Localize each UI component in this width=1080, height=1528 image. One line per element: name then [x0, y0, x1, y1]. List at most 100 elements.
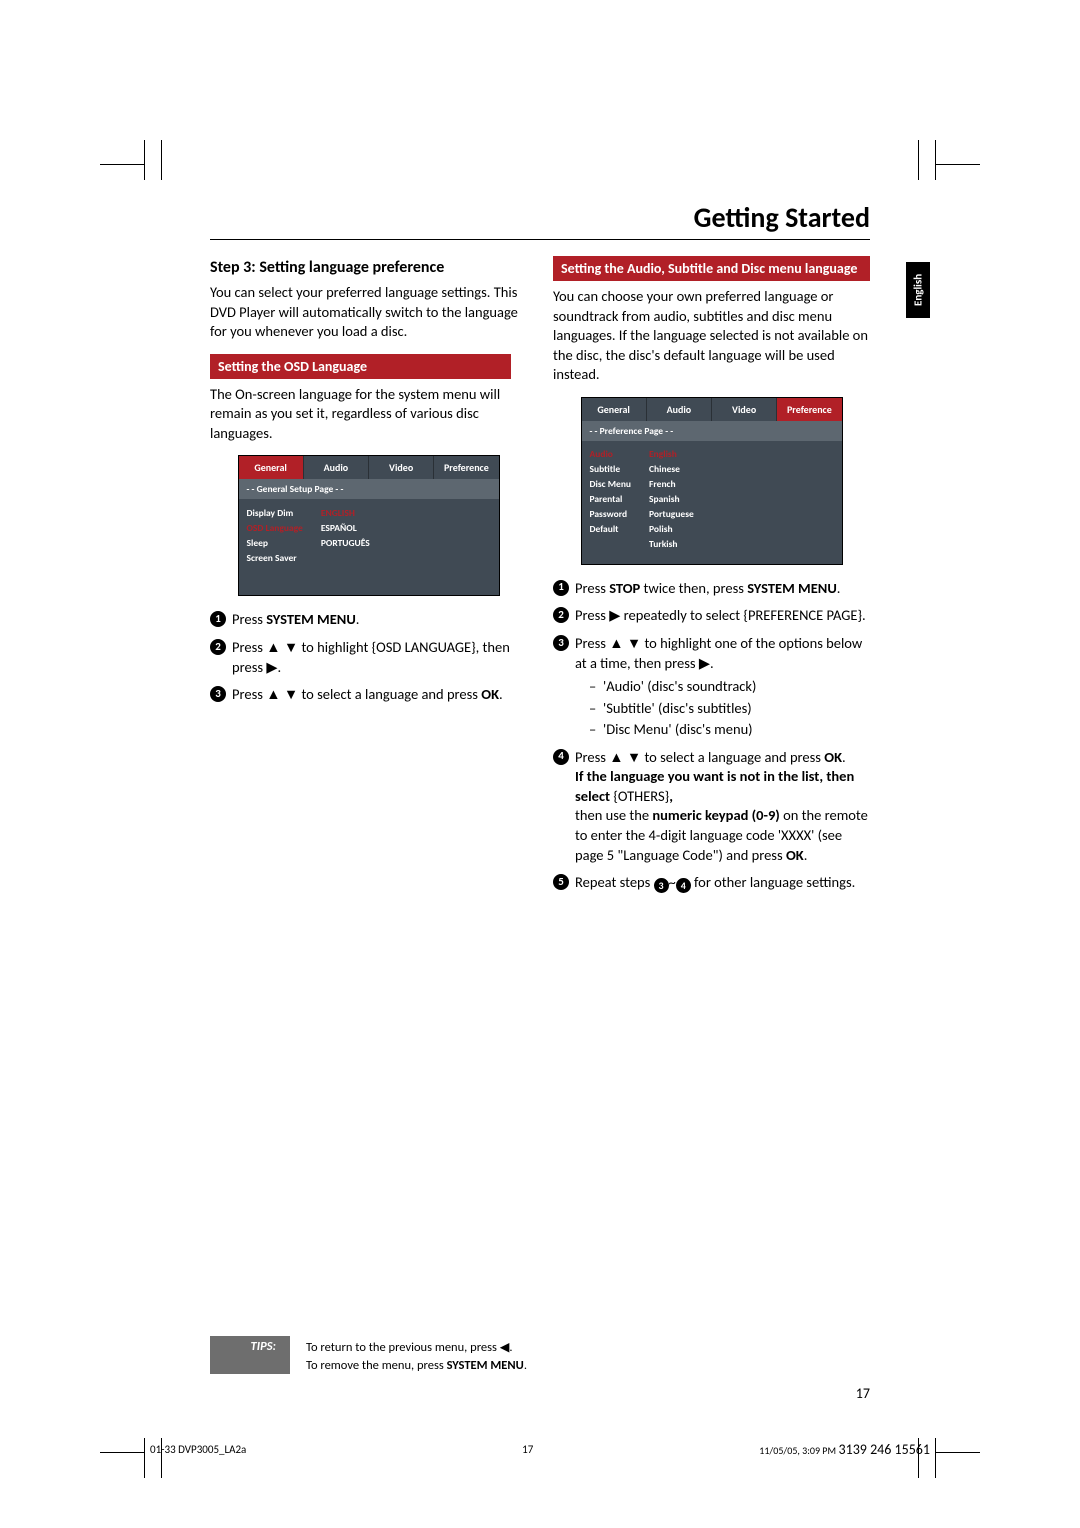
osd-tab-preference: Preference — [434, 456, 498, 479]
osd-option: Spanish — [649, 492, 694, 507]
osd-preference-screenshot: General Audio Video Preference - - Prefe… — [581, 397, 843, 565]
osd-tab-general: General — [582, 398, 647, 421]
sublist-item: 'Disc Menu' (disc's menu) — [589, 720, 870, 740]
osd-body: Display Dim OSD Language Sleep Screen Sa… — [239, 499, 499, 595]
step-bold: SYSTEM MENU — [747, 579, 837, 597]
osd-tabs: General Audio Video Preference — [239, 456, 499, 479]
step-text: Press — [575, 579, 609, 597]
footer-page: 17 — [522, 1443, 533, 1456]
print-footer: 01-33 DVP3005_LA2a 17 11/05/05, 3:09 PM … — [150, 1441, 930, 1458]
step-text: then use the — [575, 806, 652, 824]
footer-doc-id: 01-33 DVP3005_LA2a — [150, 1443, 246, 1456]
footer-date: 11/05/05, 3:09 PM — [759, 1444, 836, 1457]
osd-option: PORTUGUÊS — [321, 535, 370, 550]
section-title: Getting Started — [210, 200, 870, 240]
osd-option: Chinese — [649, 462, 694, 477]
osd-tab-general: General — [239, 456, 304, 479]
language-side-tab: English — [906, 262, 930, 318]
osd-page-label: - - Preference Page - - — [582, 421, 842, 441]
tips-line: . — [524, 1358, 527, 1373]
step-text: Repeat steps — [575, 873, 654, 891]
osd-item: Default — [590, 522, 632, 537]
step-sublist: 'Audio' (disc's soundtrack) 'Subtitle' (… — [575, 677, 870, 740]
osd-option: Turkish — [649, 537, 694, 552]
footer-right: 11/05/05, 3:09 PM 3139 246 15561 — [759, 1441, 930, 1458]
osd-item: Display Dim — [247, 505, 303, 520]
step-bold: OK — [786, 846, 804, 864]
sublist-item: 'Audio' (disc's soundtrack) — [589, 677, 870, 697]
step3-intro: You can select your preferred language s… — [210, 283, 527, 342]
osd-item: Password — [590, 507, 632, 522]
right-column: Setting the Audio, Subtitle and Disc men… — [553, 250, 870, 901]
osd-item: Parental — [590, 492, 632, 507]
step-text: Press — [232, 610, 266, 628]
step-bold: , — [669, 787, 673, 805]
osd-general-screenshot: General Audio Video Preference - - Gener… — [238, 455, 500, 596]
step-item: Press STOP twice then, press SYSTEM MENU… — [553, 579, 870, 599]
osd-option: French — [649, 477, 694, 492]
step-text: Press ▲ ▼ to highlight one of the option… — [575, 634, 862, 672]
footer-code: 3139 246 15561 — [839, 1441, 930, 1458]
crop-mark-tr — [910, 140, 950, 180]
osd-language-intro: The On-screen language for the system me… — [210, 385, 527, 444]
step-text: . — [499, 685, 503, 703]
preference-steps: Press STOP twice then, press SYSTEM MENU… — [553, 579, 870, 894]
sublist-item: 'Subtitle' (disc's subtitles) — [589, 699, 870, 719]
step-text: . — [804, 846, 808, 864]
osd-option-selected: ENGLISH — [321, 505, 370, 520]
osd-tab-preference: Preference — [777, 398, 841, 421]
osd-left-list: Audio Subtitle Disc Menu Parental Passwo… — [590, 447, 632, 552]
step-text: ~ — [669, 873, 676, 891]
step-text: . — [356, 610, 360, 628]
step-text: twice then, press — [640, 579, 747, 597]
audio-subtitle-heading: Setting the Audio, Subtitle and Disc men… — [553, 256, 870, 281]
tips-label: TIPS: — [210, 1336, 290, 1374]
osd-item-selected: Audio — [590, 447, 632, 462]
tips-text: To return to the previous menu, press ◀.… — [290, 1336, 527, 1374]
step-bold: OK — [481, 685, 499, 703]
tips-line: To remove the menu, press — [306, 1358, 447, 1373]
osd-item: Sleep — [247, 535, 303, 550]
osd-page-label: - - General Setup Page - - — [239, 479, 499, 499]
osd-option: Portuguese — [649, 507, 694, 522]
audio-subtitle-intro: You can choose your own preferred langua… — [553, 287, 870, 385]
two-column-layout: Step 3: Setting language preference You … — [210, 250, 870, 901]
osd-tab-audio: Audio — [304, 456, 369, 479]
page-number: 17 — [856, 1385, 870, 1402]
osd-tab-audio: Audio — [647, 398, 712, 421]
step-item: Press ▶ repeatedly to select {PREFERENCE… — [553, 606, 870, 626]
osd-option-selected: English — [649, 447, 694, 462]
osd-tab-video: Video — [369, 456, 434, 479]
step-text: for other language settings. — [691, 873, 856, 891]
left-column: Step 3: Setting language preference You … — [210, 250, 527, 901]
step-item: Press ▲ ▼ to select a language and press… — [210, 685, 527, 705]
osd-tabs: General Audio Video Preference — [582, 398, 842, 421]
osd-right-list: English Chinese French Spanish Portugues… — [649, 447, 694, 552]
step-bold: numeric keypad (0-9) — [652, 806, 779, 824]
crop-mark-tl — [130, 140, 170, 180]
osd-option: ESPAÑOL — [321, 520, 370, 535]
osd-item: Disc Menu — [590, 477, 632, 492]
step-text: {OTHERS} — [613, 787, 669, 805]
step-item: Press ▲ ▼ to highlight {OSD LANGUAGE}, t… — [210, 638, 527, 677]
step-ref-4-icon: 4 — [676, 878, 691, 893]
step-ref-3-icon: 3 — [654, 878, 669, 893]
tips-line: To return to the previous menu, press ◀. — [306, 1340, 512, 1355]
osd-steps: Press SYSTEM MENU. Press ▲ ▼ to highligh… — [210, 610, 527, 704]
step-text: . — [837, 579, 841, 597]
step-text: Press ▲ ▼ to select a language and press — [232, 685, 481, 703]
content-area: Getting Started Step 3: Setting language… — [210, 200, 870, 1408]
step-bold: SYSTEM MENU — [266, 610, 356, 628]
osd-item-selected: OSD Language — [247, 520, 303, 535]
step-bold: OK — [824, 748, 842, 766]
osd-body: Audio Subtitle Disc Menu Parental Passwo… — [582, 441, 842, 564]
osd-item: Screen Saver — [247, 550, 303, 565]
osd-left-list: Display Dim OSD Language Sleep Screen Sa… — [247, 505, 303, 565]
step-bold: STOP — [609, 579, 640, 597]
step3-heading: Step 3: Setting language preference — [210, 258, 527, 277]
tips-bold: SYSTEM MENU — [447, 1358, 524, 1373]
step-text: Press ▲ ▼ to select a language and press — [575, 748, 824, 766]
step-item: Press SYSTEM MENU. — [210, 610, 527, 630]
osd-language-heading: Setting the OSD Language — [210, 354, 511, 379]
step-text: . — [842, 748, 846, 766]
